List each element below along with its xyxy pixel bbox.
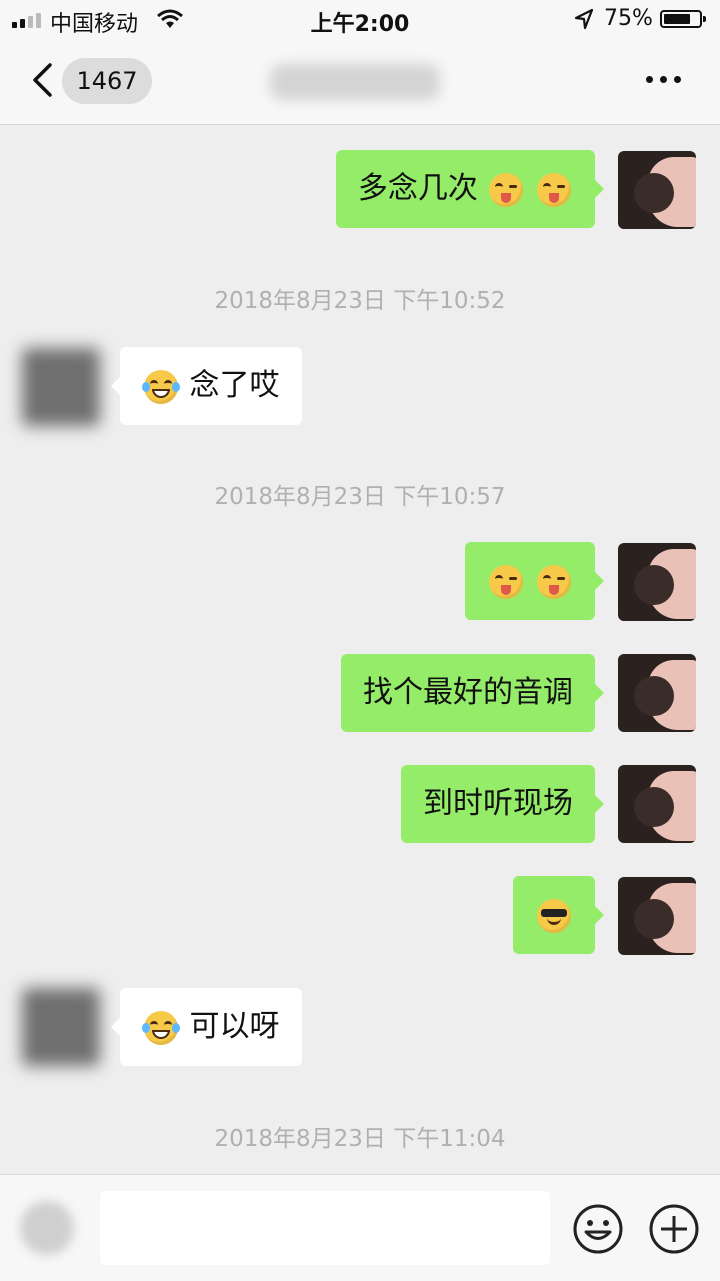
message-timestamp: 2018年8月23日 下午10:57	[214, 484, 506, 510]
my-avatar[interactable]	[618, 877, 696, 955]
message-bubble-outgoing[interactable]	[513, 876, 604, 954]
wink-tongue-emoji-icon	[537, 172, 571, 207]
message-timestamp: 2018年8月23日 下午10:52	[214, 288, 506, 314]
emoji-icon[interactable]	[572, 1203, 624, 1255]
message-bubble-incoming[interactable]: 念了哎	[111, 347, 302, 425]
message-timestamp: 2018年8月23日 下午11:04	[214, 1126, 506, 1152]
message-bubble-incoming[interactable]: 可以呀	[111, 988, 302, 1066]
contact-avatar[interactable]	[22, 348, 100, 426]
laugh-cry-emoji-icon	[142, 369, 180, 404]
input-bar	[0, 1174, 720, 1281]
message-bubble-outgoing[interactable]: 到时听现场	[401, 765, 604, 843]
chat-title-blurred	[270, 64, 440, 100]
status-bar: 中国移动 上午2:00 75%	[0, 0, 720, 40]
message-text: 多念几次	[357, 171, 478, 206]
voice-toggle-icon[interactable]	[20, 1201, 74, 1255]
message-bubble-outgoing[interactable]: 多念几次	[335, 150, 605, 228]
plus-icon[interactable]	[648, 1203, 700, 1255]
message-bubble-outgoing[interactable]: 找个最好的音调	[341, 654, 604, 732]
my-avatar[interactable]	[618, 543, 696, 621]
wink-tongue-emoji-icon	[489, 564, 524, 599]
battery-icon	[660, 10, 706, 28]
back-chevron-icon[interactable]	[30, 62, 54, 98]
my-avatar[interactable]	[618, 654, 696, 732]
wink-tongue-emoji-icon	[537, 564, 571, 599]
message-text: 找个最好的音调	[363, 675, 573, 710]
more-options-icon[interactable]	[646, 76, 681, 83]
message-input[interactable]	[100, 1191, 550, 1265]
laugh-cry-emoji-icon	[142, 1010, 180, 1045]
location-arrow-icon	[574, 8, 594, 30]
sunglasses-emoji-icon	[537, 898, 571, 933]
contact-avatar[interactable]	[22, 988, 100, 1066]
message-text: 可以呀	[189, 1009, 280, 1044]
message-text: 到时听现场	[423, 786, 573, 821]
my-avatar[interactable]	[618, 765, 696, 843]
my-avatar[interactable]	[618, 151, 696, 229]
battery-percent: 75%	[604, 6, 653, 31]
chat-header: 1467	[0, 40, 720, 125]
message-text: 念了哎	[189, 368, 280, 403]
unread-count-badge[interactable]: 1467	[62, 58, 152, 104]
message-bubble-outgoing[interactable]	[465, 542, 604, 620]
wink-tongue-emoji-icon	[489, 172, 524, 207]
